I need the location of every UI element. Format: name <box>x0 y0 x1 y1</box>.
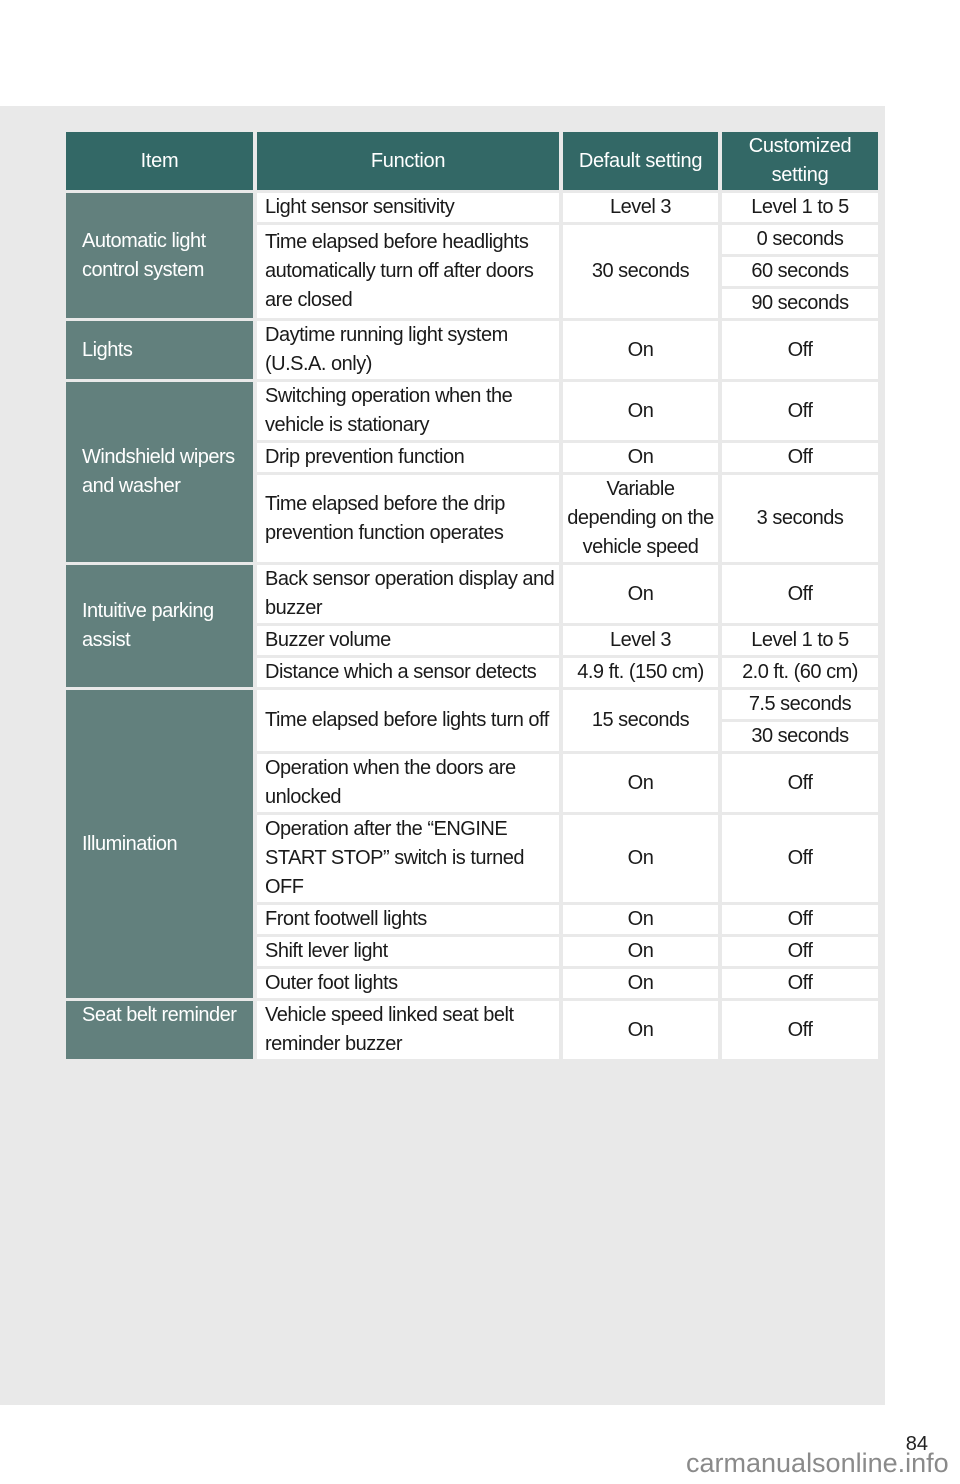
function-cell: Shift lever light <box>257 937 559 966</box>
table-row: Automatic light control system Light sens… <box>66 193 878 318</box>
default-setting-cell: Variable depending on the vehicle speed <box>563 475 718 562</box>
customized-setting-cell: 90 seconds <box>722 289 878 318</box>
function-cell: Back sensor operation display and buzzer <box>257 565 559 623</box>
customized-setting-cell: Level 1 to 5 <box>722 193 878 222</box>
function-cell: Switching operation when the vehicle is … <box>257 382 559 440</box>
customized-setting-cell: Level 1 to 5 <box>722 626 878 655</box>
item-cell: Illumination <box>66 690 253 998</box>
customized-setting-cell: Off <box>722 565 878 623</box>
customized-setting-cell: 3 seconds <box>722 475 878 562</box>
item-cell: Windshield wipers and washer <box>66 382 253 562</box>
table-row: Lights Daytime running light system (U.S.… <box>66 321 878 379</box>
customized-setting-cell: Off <box>722 443 878 472</box>
header-item: Item <box>66 132 253 190</box>
customized-setting-cell: 2.0 ft. (60 cm) <box>722 658 878 687</box>
default-setting-cell: On <box>563 321 718 379</box>
customized-setting-cell: 60 seconds <box>722 257 878 286</box>
customized-setting-cell: Off <box>722 905 878 934</box>
customized-setting-cell: 0 seconds <box>722 225 878 254</box>
default-setting-cell: On <box>563 443 718 472</box>
default-setting-cell: 4.9 ft. (150 cm) <box>563 658 718 687</box>
customized-setting-cell: Off <box>722 382 878 440</box>
function-cell: Front footwell lights <box>257 905 559 934</box>
customized-setting-cell: Off <box>722 815 878 902</box>
default-setting-cell: Level 3 <box>563 626 718 655</box>
default-setting-cell: On <box>563 754 718 812</box>
default-setting-cell: 15 seconds <box>563 690 718 751</box>
default-setting-cell: On <box>563 905 718 934</box>
header-function: Function <box>257 132 559 190</box>
item-cell: Seat belt reminder <box>66 1001 253 1059</box>
default-setting-cell: 30 seconds <box>563 225 718 318</box>
item-cell: Automatic light control system <box>66 193 253 318</box>
function-cell: Light sensor sensitivity <box>257 193 559 222</box>
customized-setting-cell: 30 seconds <box>722 722 878 751</box>
function-cell: Operation after the “ENGINE START STOP” … <box>257 815 559 902</box>
default-setting-cell: On <box>563 815 718 902</box>
item-cell: Lights <box>66 321 253 379</box>
customized-setting-cell: 7.5 seconds <box>722 690 878 719</box>
function-cell: Distance which a sensor detects <box>257 658 559 687</box>
table-row: Seat belt reminder Vehicle speed linked s… <box>66 1001 878 1059</box>
table-row: Windshield wipers and washer Switching op… <box>66 382 878 562</box>
function-cell: Drip prevention function <box>257 443 559 472</box>
watermark: carmanualsonline.info <box>686 1448 949 1478</box>
function-cell: Buzzer volume <box>257 626 559 655</box>
default-setting-cell: On <box>563 1001 718 1059</box>
customized-setting-cell: Off <box>722 321 878 379</box>
default-setting-cell: On <box>563 937 718 966</box>
function-cell: Time elapsed before the drip prevention … <box>257 475 559 562</box>
table-row: Intuitive parking assist Back sensor oper… <box>66 565 878 687</box>
default-setting-cell: On <box>563 565 718 623</box>
function-cell: Operation when the doors are unlocked <box>257 754 559 812</box>
function-cell: Outer foot lights <box>257 969 559 998</box>
header-customized: Customized setting <box>722 132 878 190</box>
header-default: Default setting <box>563 132 718 190</box>
function-cell: Time elapsed before lights turn off <box>257 690 559 751</box>
default-setting-cell: On <box>563 969 718 998</box>
customized-setting-cell: Off <box>722 1001 878 1059</box>
customization-table: Item Function Default setting Customized… <box>62 129 882 1062</box>
function-cell: Daytime running light system (U.S.A. onl… <box>257 321 559 379</box>
item-cell: Intuitive parking assist <box>66 565 253 687</box>
function-cell: Vehicle speed linked seat belt reminder … <box>257 1001 559 1059</box>
customized-setting-cell: Off <box>722 969 878 998</box>
default-setting-cell: On <box>563 382 718 440</box>
function-cell: Time elapsed before headlights automatic… <box>257 225 559 318</box>
default-setting-cell: Level 3 <box>563 193 718 222</box>
table-row: Illumination Time elapsed before lights t… <box>66 690 878 998</box>
customized-setting-cell: Off <box>722 937 878 966</box>
customized-setting-cell: Off <box>722 754 878 812</box>
table-header-row: Item Function Default setting Customized… <box>66 132 878 190</box>
